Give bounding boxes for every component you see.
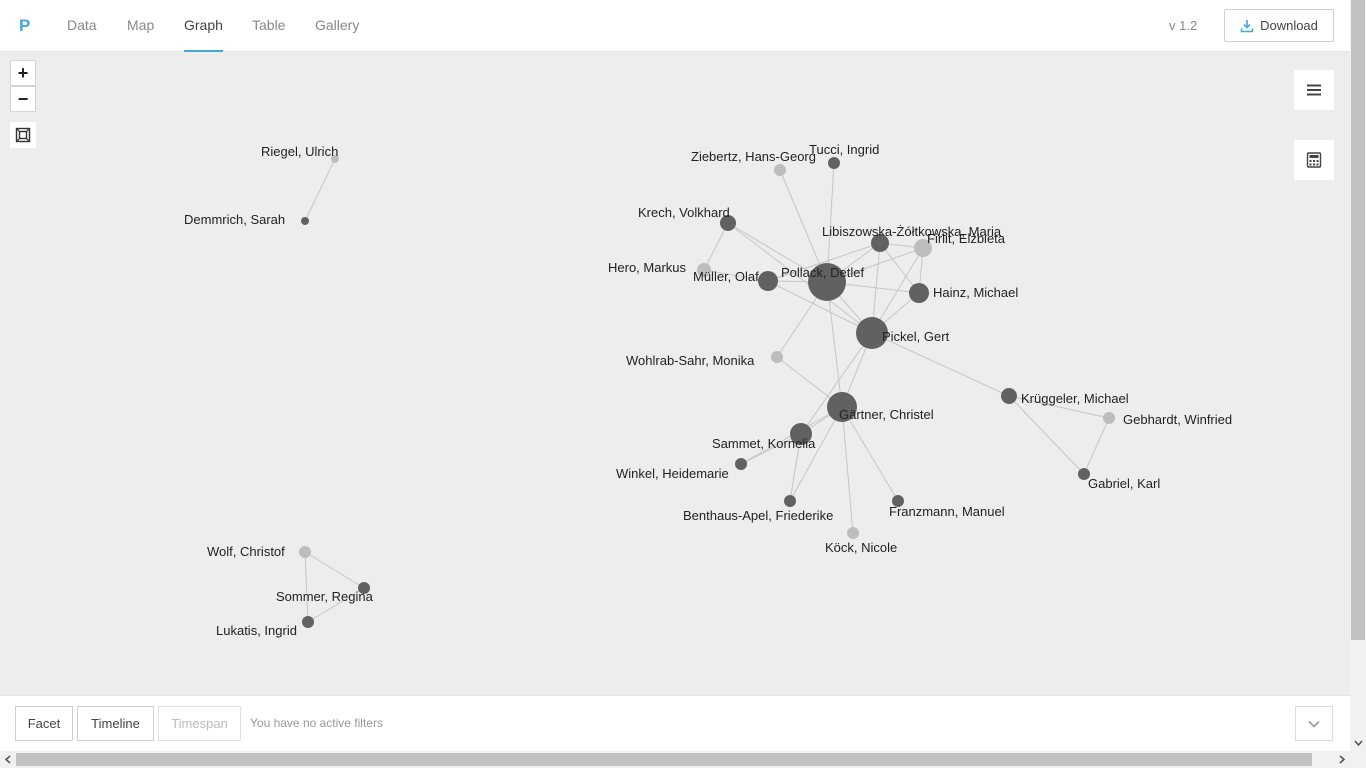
graph-node-tucci[interactable] [828, 157, 840, 169]
graph-node-label-koeck: Köck, Nicole [825, 540, 897, 555]
graph-node-label-firlit: Firlit, Elżbieta [927, 231, 1006, 246]
graph-node-label-gaertner: Gärtner, Christel [839, 407, 934, 422]
graph-node-demmrich[interactable] [301, 217, 309, 225]
label-layer: Riegel, Ulrich Demmrich, Sarah Ziebertz, H… [184, 142, 1232, 638]
graph-node-lukatis[interactable] [302, 616, 314, 628]
graph-node-label-sommer: Sommer, Regina [276, 589, 374, 604]
graph-edge-gebhardt-gabriel [1083, 417, 1110, 475]
graph-edge-gaertner-koeck [841, 406, 854, 534]
tab-gallery[interactable]: Gallery [315, 17, 359, 52]
graph-node-ziebertz[interactable] [774, 164, 786, 176]
graph-node-wolf[interactable] [299, 546, 311, 558]
graph-edge-riegel-demmrich [304, 158, 336, 222]
calculator-icon [1306, 152, 1322, 168]
app-logo[interactable]: P [19, 16, 30, 36]
zoom-out-button[interactable]: − [10, 86, 36, 112]
graph-node-label-pickel: Pickel, Gert [882, 329, 950, 344]
facet-button[interactable]: Facet [15, 706, 73, 741]
download-icon [1240, 19, 1254, 32]
graph-node-label-pollack: Pollack, Detlef [781, 265, 864, 280]
graph-node-label-wohlrab: Wohlrab-Sahr, Monika [626, 353, 755, 368]
graph-canvas[interactable]: Riegel, Ulrich Demmrich, Sarah Ziebertz, H… [0, 52, 1350, 695]
graph-node-wohlrab[interactable] [771, 351, 783, 363]
zoom-in-button[interactable]: + [10, 60, 36, 86]
tab-table[interactable]: Table [252, 17, 285, 52]
graph-node-benthaus[interactable] [784, 495, 796, 507]
graph-node-gebhardt[interactable] [1103, 412, 1115, 424]
graph-node-mueller[interactable] [758, 271, 778, 291]
graph-node-label-riegel: Riegel, Ulrich [261, 144, 338, 159]
graph-node-label-winkel: Winkel, Heidemarie [616, 466, 729, 481]
graph-edge-krueggeler-gabriel [1008, 395, 1085, 475]
graph-node-label-hero: Hero, Markus [608, 260, 687, 275]
graph-edge-wolf-sommer [304, 551, 365, 589]
horizontal-scrollbar-thumb[interactable] [16, 753, 1312, 766]
filter-bar: Facet Timeline Timespan You have no acti… [0, 695, 1350, 751]
timeline-button[interactable]: Timeline [77, 706, 154, 741]
expand-filters-button[interactable] [1295, 706, 1333, 741]
graph-node-label-benthaus: Benthaus-Apel, Friederike [683, 508, 833, 523]
scroll-down-arrow-icon[interactable] [1350, 735, 1366, 751]
fit-to-screen-icon [15, 127, 31, 143]
tab-graph[interactable]: Graph [184, 17, 223, 52]
vertical-scrollbar-thumb[interactable] [1351, 0, 1365, 640]
graph-node-label-ziebertz: Ziebertz, Hans-Georg [691, 149, 816, 164]
hamburger-menu-icon [1307, 84, 1321, 96]
graph-node-label-krueggeler: Krüggeler, Michael [1021, 391, 1129, 406]
graph-node-label-sammet: Sammet, Kornelia [712, 436, 816, 451]
graph-node-krueggeler[interactable] [1001, 388, 1017, 404]
menu-button[interactable] [1294, 70, 1334, 110]
top-navigation: P Data Map Graph Table Gallery v 1.2 Dow… [0, 0, 1350, 52]
graph-node-label-gebhardt: Gebhardt, Winfried [1123, 412, 1232, 427]
graph-node-hainz[interactable] [909, 283, 929, 303]
network-graph[interactable]: Riegel, Ulrich Demmrich, Sarah Ziebertz, H… [0, 52, 1350, 695]
timespan-button: Timespan [158, 706, 241, 741]
graph-node-label-tucci: Tucci, Ingrid [809, 142, 879, 157]
tab-map[interactable]: Map [127, 17, 154, 52]
statistics-button[interactable] [1294, 140, 1334, 180]
graph-node-label-wolf: Wolf, Christof [207, 544, 285, 559]
graph-node-winkel[interactable] [735, 458, 747, 470]
graph-node-label-krech: Krech, Volkhard [638, 205, 730, 220]
chevron-down-icon [1308, 720, 1320, 728]
download-button[interactable]: Download [1224, 9, 1334, 42]
filter-status-text: You have no active filters [250, 716, 383, 730]
graph-node-label-demmrich: Demmrich, Sarah [184, 212, 285, 227]
graph-node-label-mueller: Müller, Olaf [693, 269, 759, 284]
tab-data[interactable]: Data [67, 17, 97, 52]
download-button-label: Download [1260, 18, 1318, 33]
graph-node-label-lukatis: Lukatis, Ingrid [216, 623, 297, 638]
graph-node-label-gabriel: Gabriel, Karl [1088, 476, 1160, 491]
scroll-left-arrow-icon[interactable] [0, 751, 16, 768]
graph-node-label-franzmann: Franzmann, Manuel [889, 504, 1005, 519]
graph-node-label-hainz: Hainz, Michael [933, 285, 1018, 300]
graph-edge-wolf-lukatis [304, 551, 309, 623]
graph-node-koeck[interactable] [847, 527, 859, 539]
scroll-right-arrow-icon[interactable] [1334, 751, 1350, 768]
fit-to-screen-button[interactable] [10, 122, 36, 148]
version-label: v 1.2 [1169, 18, 1198, 33]
